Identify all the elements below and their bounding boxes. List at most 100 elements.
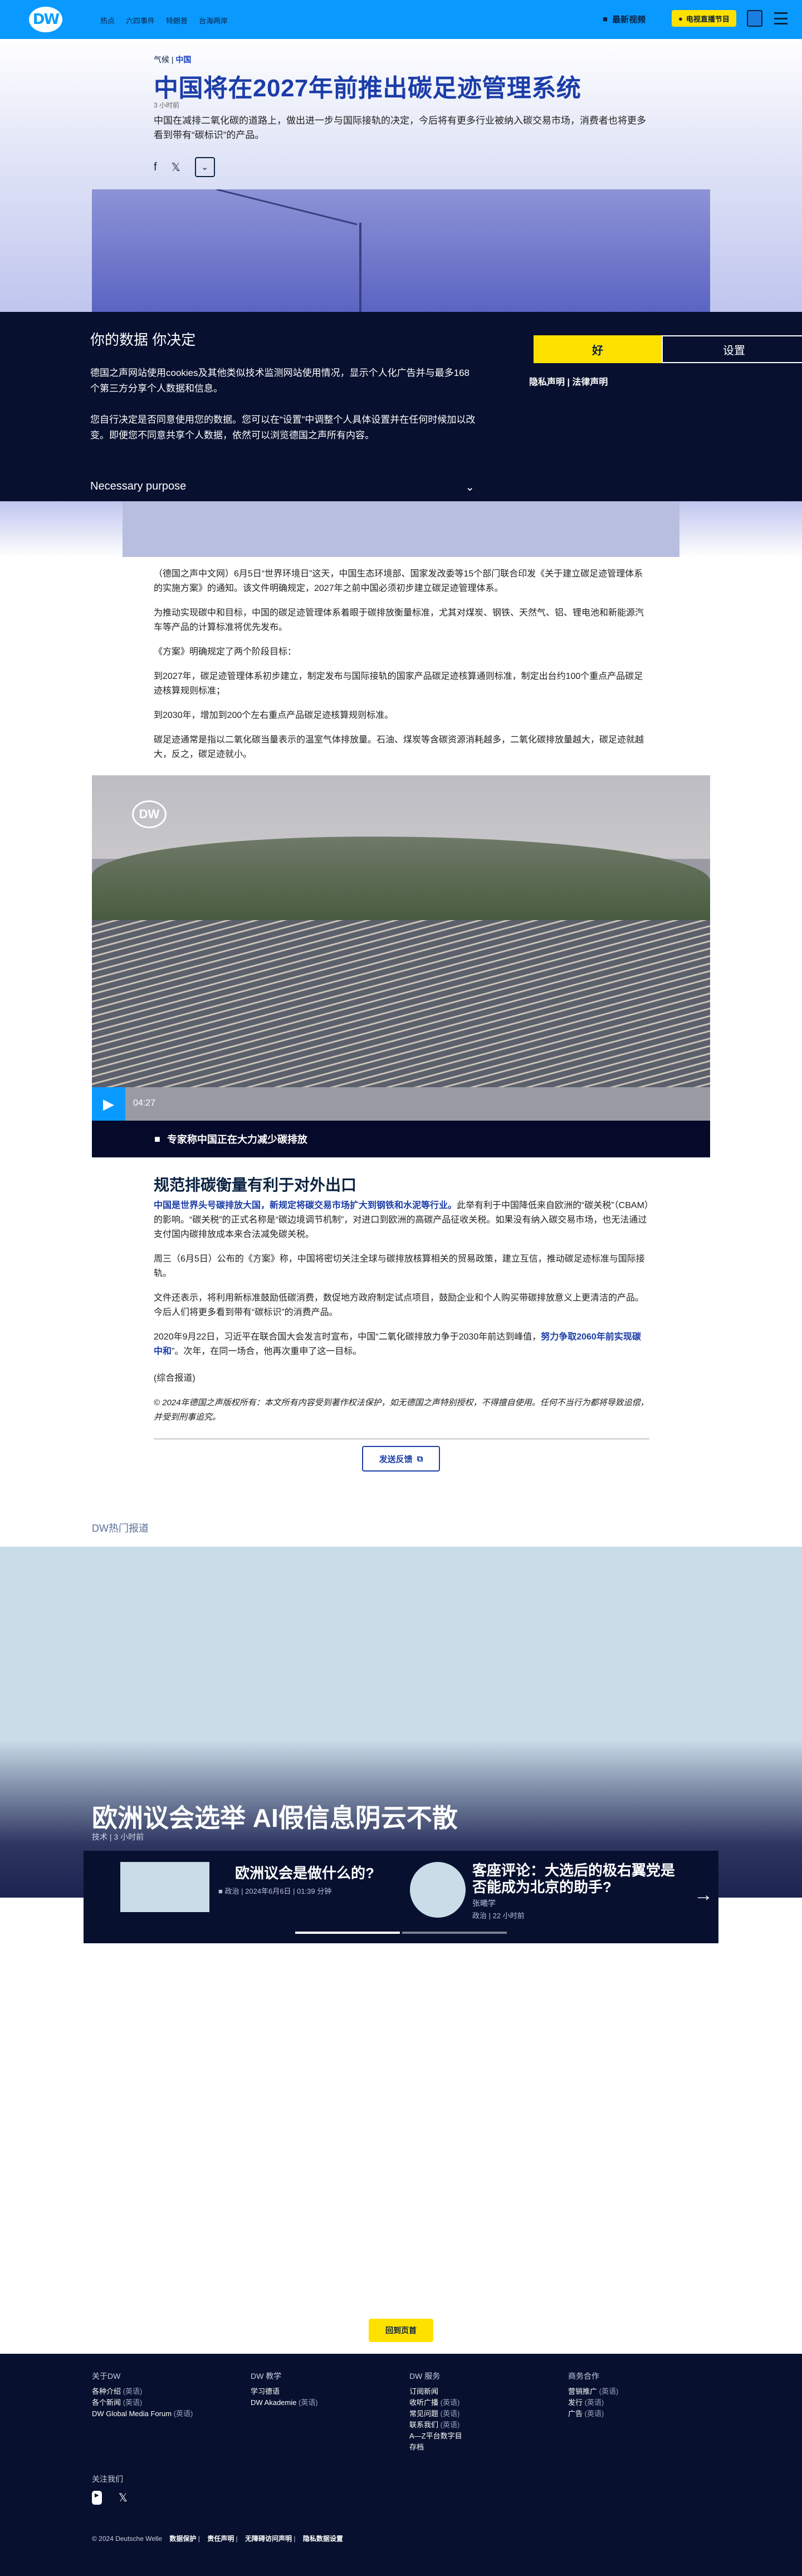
article-timestamp: 3 小时前 <box>154 101 180 109</box>
nav-item[interactable]: 特朗普 <box>166 15 188 26</box>
article-lead: 中国在减排二氧化碳的道路上，做出进一步与国际接轨的决定，今后将有更多行业被纳入碳… <box>154 115 646 140</box>
send-feedback-button[interactable]: 发送反馈 ⧉ <box>362 1446 440 1472</box>
site-header: DW 热点 六四事件 特朗普 台海两岸 ■ 最新视频 ● 电视直播节目 <box>0 0 802 39</box>
nav-item[interactable]: 台海两岸 <box>199 15 228 26</box>
card-thumbnail[interactable] <box>120 1862 209 1912</box>
nav-item[interactable]: 热点 <box>100 15 115 26</box>
footer-link[interactable]: DW Akademie (英语) <box>251 2397 318 2408</box>
article-paragraph: 中国是世界头号碳排放大国，新规定将碳交易市场扩大到钢铁和水泥等行业。此举有利于中… <box>154 1201 649 1239</box>
dw-logo[interactable]: DW <box>29 7 62 32</box>
news-carousel: 欧洲议会是做什么的? ■ 政治 | 2024年6月6日 | 01:39 分钟 客… <box>84 1851 718 1943</box>
share-bar: f 𝕏 ⌄ <box>154 157 215 177</box>
cookie-text: 德国之声网站使用cookies及其他类似技术监测网站使用情况，显示个人化广告并与… <box>90 368 470 394</box>
video-caption: ■ 专家称中国正在大力减少碳排放 <box>92 1121 710 1157</box>
footer-column: 商务合作 营销推广 (英语) 发行 (英语) 广告 (英语) <box>568 2370 618 2419</box>
tv-live-button[interactable]: ● 电视直播节目 <box>672 10 736 27</box>
article-paragraph: 周三（6月5日）公布的《方案》称，中国将密切关注全球与碳排放核算相关的贸易政策，… <box>154 1254 645 1278</box>
article-paragraph: 到2027年，碳足迹管理体系初步建立，制定发布与国际接轨的国家产品碳足迹核算通则… <box>154 672 643 696</box>
hamburger-menu-icon[interactable] <box>774 12 788 25</box>
footer-link[interactable]: 发行 (英语) <box>568 2397 618 2408</box>
footer-link[interactable]: 收听广播 (英语) <box>409 2397 462 2408</box>
footer-bottom-link[interactable]: 责任声明 <box>207 2535 234 2543</box>
video-caption-text: 专家称中国正在大力减少碳排放 <box>167 1134 307 1145</box>
nav-item[interactable]: 六四事件 <box>126 15 155 26</box>
legal-notice-link[interactable]: 法律声明 <box>572 378 608 387</box>
footer-link[interactable]: 常见问题 (英语) <box>409 2408 462 2419</box>
article-paragraph: 为推动实现碳中和目标，中国的碳足迹管理体系着眼于碳排放衡量标准，尤其对煤炭、钢铁… <box>154 608 644 632</box>
accept-cookies-button[interactable]: 好 <box>534 335 662 363</box>
hero-image <box>92 189 710 312</box>
privacy-link[interactable]: 隐私声明 <box>529 378 565 387</box>
hot-news-meta: 技术 | 3 小时前 <box>92 1832 144 1841</box>
legal-links: 隐私声明 | 法律声明 <box>529 378 608 387</box>
footer-bottom-link[interactable]: 隐私数据设置 <box>303 2535 343 2543</box>
carousel-progress <box>295 1932 507 1934</box>
card-title[interactable]: 欧洲议会是做什么的? <box>235 1862 374 1883</box>
article-paragraph: 碳足迹通常是指以二氧化碳当量表示的温室气体排放量。石油、煤炭等含碳资源消耗越多，… <box>154 735 644 759</box>
footer-link[interactable]: 存档 <box>409 2442 462 2453</box>
card-author: 张曦学 <box>472 1899 496 1908</box>
video-camera-icon: ■ <box>218 1887 223 1895</box>
youtube-icon[interactable]: ▶ <box>92 2491 102 2505</box>
video-camera-icon: ■ <box>603 14 608 24</box>
footer-column: DW 服务 订阅新闻 收听广播 (英语) 常见问题 (英语) 联系我们 (英语)… <box>409 2370 462 2453</box>
footer-link[interactable]: 各种介绍 (英语) <box>92 2386 193 2397</box>
footer-link[interactable]: 学习德语 <box>251 2386 318 2397</box>
footer-bottom-link[interactable]: 无障碍访问声明 <box>245 2535 292 2543</box>
footer-link[interactable]: 联系我们 (英语) <box>409 2419 462 2431</box>
social-links: ▶ 𝕏 <box>92 2491 128 2505</box>
footer-link[interactable]: 营销推广 (英语) <box>568 2386 618 2397</box>
footer-link[interactable]: 广告 (英语) <box>568 2408 618 2419</box>
footer-column: DW 教学 学习德语 DW Akademie (英语) <box>251 2370 318 2408</box>
facebook-icon[interactable]: f <box>154 161 157 174</box>
article-paragraph: 文件还表示，将利用新标准鼓励低碳消费，数促地方政府制定试点项目，鼓励企业和个人购… <box>154 1293 644 1317</box>
card-meta: 政治 | 22 小时前 <box>472 1912 525 1920</box>
play-icon[interactable]: ▶ <box>92 1087 125 1121</box>
footer-link[interactable]: 订阅新闻 <box>409 2386 462 2397</box>
footer-link[interactable]: 各个新闻 (英语) <box>92 2397 193 2408</box>
article-kicker: 气候 | 中国 <box>154 55 192 64</box>
author-avatar[interactable] <box>410 1862 466 1918</box>
kicker-category[interactable]: 气候 <box>154 55 169 64</box>
more-share-icon[interactable]: ⌄ <box>194 157 215 177</box>
necessary-purpose-toggle[interactable]: Necessary purpose ⌄ <box>90 480 475 494</box>
live-dot-icon: ● <box>678 14 683 23</box>
latest-video-link[interactable]: ■ 最新视频 <box>603 13 645 25</box>
tv-live-label: 电视直播节目 <box>686 14 730 23</box>
back-to-top-button[interactable]: 回到页首 <box>369 2319 433 2342</box>
footer-link[interactable]: DW Global Media Forum (英语) <box>92 2408 193 2419</box>
article-subheading: 规范排碳衡量有利于对外出口 <box>154 1176 357 1194</box>
cookie-banner: 你的数据 你决定 德国之声网站使用cookies及其他类似技术监测网站使用情况，… <box>0 312 802 501</box>
article-copyright: © 2024年德国之声版权所有：本文所有内容受到著作权法保护，如无德国之声特别授… <box>154 1398 649 1422</box>
video-player[interactable]: DW ▶ 04:27 <box>92 775 710 1121</box>
article-highlight-link[interactable]: 中国是世界头号碳排放大国，新规定将碳交易市场扩大到钢铁和水泥等行业。 <box>154 1201 457 1210</box>
latest-video-label: 最新视频 <box>612 15 646 25</box>
arrow-right-icon[interactable]: → <box>694 1884 713 1906</box>
kicker-region[interactable]: 中国 <box>175 55 191 64</box>
chevron-down-icon: ⌄ <box>465 481 475 493</box>
dw-watermark-icon: DW <box>132 800 167 828</box>
article-paragraph: （德国之声中文网）6月5日“世界环境日”这天，中国生态环境部、国家发改委等15个… <box>154 569 643 593</box>
footer-link[interactable]: A—Z平台数字目 <box>409 2431 462 2442</box>
hero-image-bottom <box>123 501 679 557</box>
cookie-settings-button[interactable]: 设置 <box>662 335 802 363</box>
language-icon[interactable] <box>747 10 762 27</box>
article-title: 中国将在2027年前推出碳足迹管理系统 <box>154 75 581 102</box>
hot-news-headline[interactable]: 欧洲议会选举 AI假信息阴云不散 <box>92 1798 458 1835</box>
site-footer: 关于DW 各种介绍 (英语) 各个新闻 (英语) DW Global Media… <box>0 2354 802 2576</box>
article-paragraph: 《方案》明确规定了两个阶段目标： <box>154 647 297 657</box>
feedback-label: 发送反馈 <box>379 1454 413 1464</box>
hot-news-teaser[interactable] <box>0 1547 802 1898</box>
video-camera-icon: ■ <box>154 1133 160 1145</box>
x-twitter-icon[interactable]: 𝕏 <box>119 2491 128 2505</box>
x-twitter-icon[interactable]: 𝕏 <box>172 160 180 174</box>
video-duration: 04:27 <box>133 1098 156 1108</box>
topic-nav: 热点 六四事件 特朗普 台海两岸 <box>100 15 228 26</box>
footer-column: 关于DW 各种介绍 (英语) 各个新闻 (英语) DW Global Media… <box>92 2370 193 2419</box>
article-paragraph: 2020年9月22日，习近平在联合国大会发言时宣布，中国“二氧化碳排放力争于20… <box>154 1332 641 1356</box>
card-title[interactable]: 客座评论：大选后的极右翼党是否能成为北京的助手? <box>472 1862 684 1895</box>
hot-news-label: DW热门报道 <box>92 1523 149 1534</box>
article-source: (综合报道) <box>154 1373 195 1383</box>
footer-bottom-link[interactable]: 数据保护 <box>169 2535 196 2543</box>
footer-bottom: © 2024 Deutsche Welle 数据保护 | 责任声明 | 无障碍访… <box>92 2535 343 2543</box>
